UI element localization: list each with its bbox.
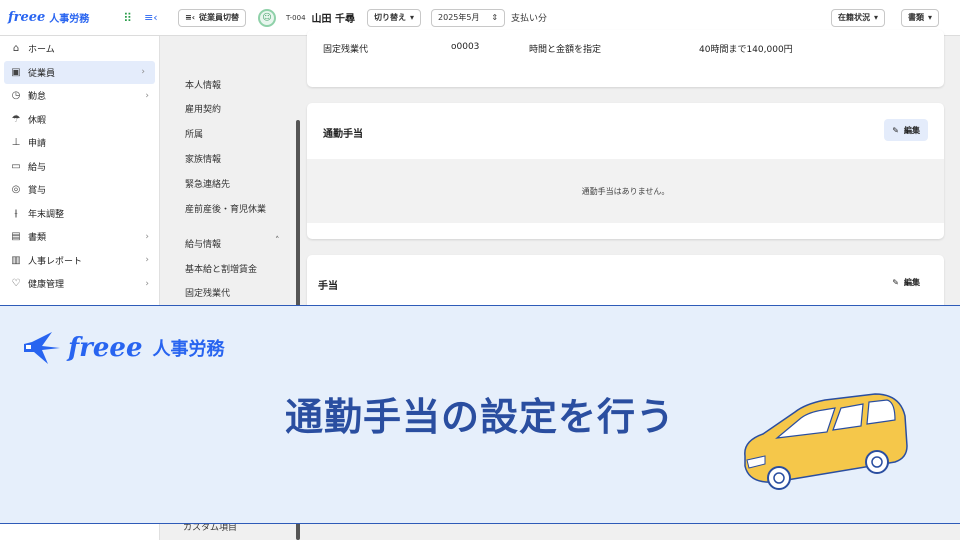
commute-edit-button[interactable]: ✎ 編集 [884,119,928,141]
chevron-right-icon: › [145,231,149,242]
allowance-title: 手当 [318,281,338,292]
sidebar-item-label: 給与 [28,162,47,173]
caret-down-icon: ▾ [410,13,415,22]
caret-down-icon: ▾ [874,13,879,22]
pencil-icon: ✎ [892,125,899,135]
stepper-icon: ⇕ [491,13,499,22]
sidebar-item-label: 申請 [28,139,47,150]
subnav-item-emergency[interactable]: 緊急連絡先 [185,177,230,190]
sidebar-item-year-end[interactable]: ⫲ 年末調整 [0,202,159,226]
month-value: 2025年5月 [438,13,480,22]
documents-label: 書類 [908,13,924,22]
sidebar-item-label: ホーム [28,45,55,56]
switch-employee-button[interactable]: ≡‹ 従業員切替 [178,8,246,27]
chevron-up-icon[interactable]: ˄ [275,236,280,246]
edit-label: 編集 [904,277,920,287]
overtime-code: o0003 [451,42,480,52]
month-select[interactable]: 2025年5月 ⇕ [431,8,506,27]
bird-logo-icon [24,332,60,364]
pay-label: 支払い分 [511,14,548,24]
sidebar-item-label: 年末調整 [28,209,65,220]
sidebar-item-documents[interactable]: ▤ 書類 › [0,225,159,249]
sidebar-item-label: 賞与 [28,186,47,197]
chevron-right-icon: › [141,67,145,78]
chevron-right-icon: › [145,278,149,289]
subnav-item-base-salary[interactable]: 基本給と割増賃金 [185,262,257,275]
fixed-overtime-card: 固定残業代 o0003 時間と金額を指定 40時間まで140,000円 [307,30,944,87]
subnav-item-family[interactable]: 家族情報 [185,152,221,165]
commute-allowance-card: 通勤手当 ✎ 編集 通勤手当はありません。 [307,103,944,239]
app-grid-icon[interactable]: ⠿ [123,11,132,25]
overtime-amount: 40時間まで140,000円 [699,45,793,55]
sidebar-item-label: 健康管理 [28,280,65,291]
vacation-icon: ☂ [11,113,21,125]
subnav-item-maternity[interactable]: 産前産後・育児休業 [185,202,266,215]
sidebar-item-label: 書類 [28,233,47,244]
commute-empty-state: 通勤手当はありません。 [307,159,944,223]
freee-logo[interactable]: freee [8,10,45,25]
sidebar-item-hr-report[interactable]: ▥ 人事レポート › [0,249,159,273]
toggle-dropdown[interactable]: 切り替え ▾ [367,8,422,27]
subnav-item-contract[interactable]: 雇用契約 [185,102,221,115]
status-label: 在籍状況 [838,13,870,22]
title-banner: freee 人事労務 通勤手当の設定を行う [0,305,960,524]
adjust-icon: ⫲ [14,207,18,219]
home-icon: ⌂ [12,43,20,55]
chevron-right-icon: › [145,255,149,266]
sidebar-item-label: 従業員 [28,68,56,79]
employee-code: T-004 [286,13,306,22]
documents-dropdown[interactable]: 書類 ▾ [901,8,940,27]
sidebar-item-bonus[interactable]: ◎ 賞与 [0,178,159,202]
subnav-item-salary-info[interactable]: 給与情報 [185,237,221,250]
car-illustration-icon [744,393,908,490]
overtime-name: 固定残業代 [323,45,369,55]
logo-product-name: 人事労務 [152,339,225,360]
collapse-menu-icon[interactable]: ≡‹ [144,11,158,24]
edit-label: 編集 [904,125,920,135]
sidebar-item-health[interactable]: ♡ 健康管理 › [0,272,159,296]
sidebar-item-label: 勤怠 [28,92,47,103]
subnav-item-department[interactable]: 所属 [185,127,203,140]
commute-title: 通勤手当 [323,129,363,140]
overtime-method: 時間と金額を指定 [529,45,602,55]
brand-product-name: 人事労務 [49,14,90,25]
medal-icon: ◎ [11,184,21,196]
sidebar-item-employees[interactable]: ▣ 従業員 › [4,60,155,84]
chevron-right-icon: › [145,90,149,101]
report-icon: ▥ [11,254,21,266]
sidebar-item-requests[interactable]: ⊥ 申請 [0,131,159,155]
brand-area: freee 人事労務 ⠿ ≡‹ [0,0,162,36]
sidebar-item-label: 人事レポート [28,256,83,267]
switch-employee-label: 従業員切替 [199,13,239,22]
wallet-icon: ▭ [11,160,21,172]
switch-icon: ≡‹ [185,13,195,22]
freee-hr-logo: freee 人事労務 [22,328,225,368]
employment-status-dropdown[interactable]: 在籍状況 ▾ [831,8,886,27]
sidebar-item-home[interactable]: ⌂ ホーム [0,37,159,61]
sidebar-item-payroll[interactable]: ▭ 給与 [0,155,159,179]
subnav-item-personal[interactable]: 本人情報 [185,78,221,91]
avatar: ☺ [258,8,276,27]
document-icon: ▤ [11,231,21,243]
logo-word: freee [68,333,143,363]
clock-icon: ◷ [11,90,21,102]
stamp-icon: ⊥ [11,137,21,149]
subnav-item-fixed-overtime[interactable]: 固定残業代 [185,286,230,299]
sidebar-item-leave[interactable]: ☂ 休暇 [0,108,159,132]
employee-name: 山田 千尋 [311,14,356,25]
id-card-icon: ▣ [11,66,21,78]
sidebar-item-label: 休暇 [28,115,47,126]
pencil-icon: ✎ [892,277,899,287]
sidebar-item-attendance[interactable]: ◷ 勤怠 › [0,84,159,108]
caret-down-icon: ▾ [928,13,933,22]
health-icon: ♡ [11,278,21,290]
empty-message: 通勤手当はありません。 [581,186,670,196]
allowance-edit-button[interactable]: ✎ 編集 [884,271,928,293]
toggle-label: 切り替え [374,13,407,22]
